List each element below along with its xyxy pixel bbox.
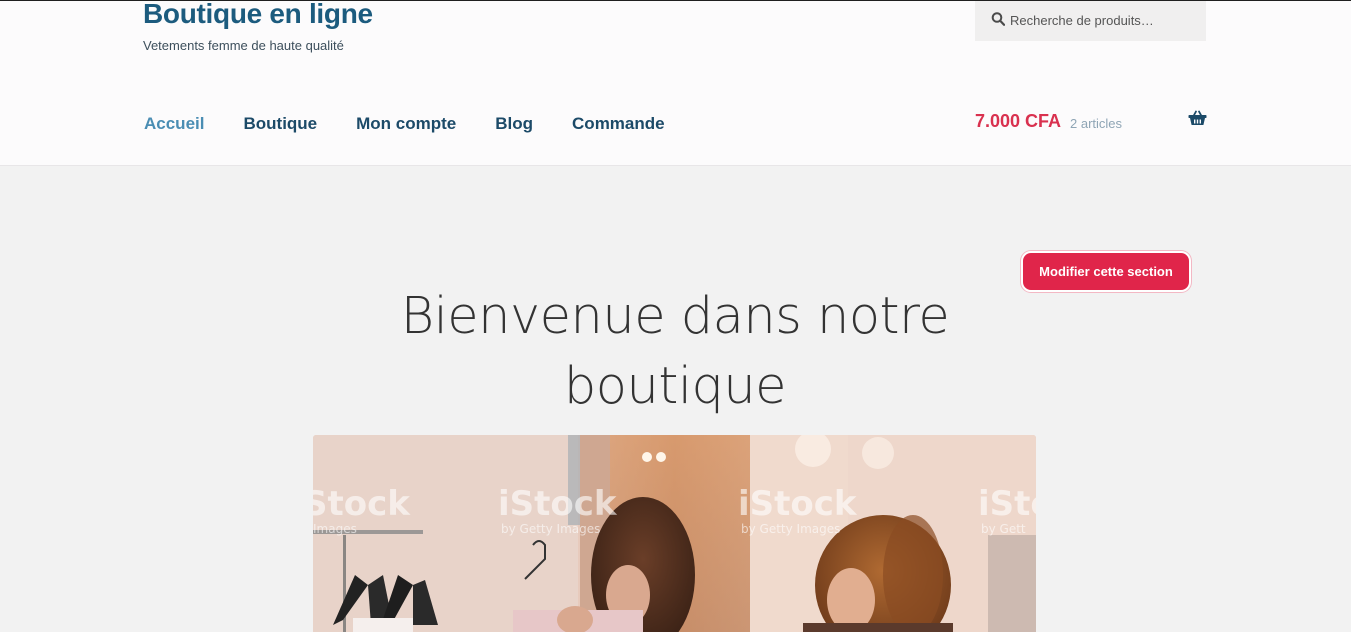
- search-icon: [991, 12, 1005, 26]
- svg-text:by Gett: by Gett: [981, 522, 1026, 536]
- svg-text:Stock: Stock: [313, 484, 411, 524]
- site-tagline: Vetements femme de haute qualité: [143, 38, 344, 53]
- svg-text:iStock: iStock: [498, 484, 618, 524]
- site-header: Boutique en ligne Vetements femme de hau…: [0, 0, 1351, 166]
- nav-item-accueil[interactable]: Accueil: [144, 114, 204, 134]
- basket-icon[interactable]: [1188, 110, 1207, 126]
- search-input[interactable]: [1010, 7, 1200, 33]
- nav-item-boutique[interactable]: Boutique: [243, 114, 317, 134]
- svg-text:iSto: iSto: [978, 484, 1036, 524]
- primary-navigation: Accueil Boutique Mon compte Blog Command…: [144, 112, 704, 136]
- edit-section-button[interactable]: Modifier cette section: [1021, 251, 1191, 292]
- svg-text:iStock: iStock: [738, 484, 858, 524]
- svg-text:by Getty Images: by Getty Images: [741, 522, 840, 536]
- nav-item-commande[interactable]: Commande: [572, 114, 665, 134]
- product-search: [975, 1, 1206, 41]
- svg-text:Images: Images: [313, 522, 357, 536]
- svg-text:by Getty Images: by Getty Images: [501, 522, 600, 536]
- nav-item-mon-compte[interactable]: Mon compte: [356, 114, 456, 134]
- cart-total[interactable]: 7.000 CFA: [975, 111, 1061, 132]
- nav-item-blog[interactable]: Blog: [495, 114, 533, 134]
- hero-title: Bienvenue dans notre boutique: [400, 287, 950, 416]
- site-title-link[interactable]: Boutique en ligne: [143, 0, 373, 30]
- hero-image: Stock Images iStock by Getty Images iSto…: [313, 435, 1036, 632]
- cart-item-count[interactable]: 2 articles: [1070, 116, 1122, 131]
- shopping-women-photo: Stock Images iStock by Getty Images iSto…: [313, 435, 1036, 632]
